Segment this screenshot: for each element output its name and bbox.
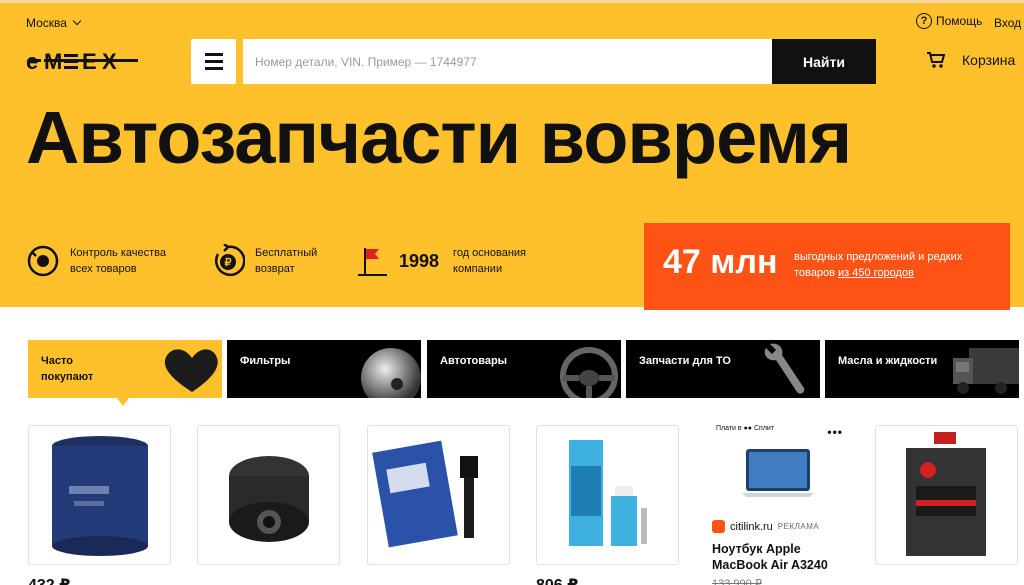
product-price: 432 ₽ — [28, 575, 70, 585]
flag-icon — [358, 248, 387, 276]
ad-brand[interactable]: citilink.ru РЕКЛАМА — [712, 520, 819, 533]
more-options-icon[interactable]: ••• — [827, 425, 843, 439]
svg-text:₽: ₽ — [225, 257, 232, 269]
hero-title: Автозапчасти вовремя — [26, 96, 852, 179]
truck-icon — [953, 348, 1019, 394]
hamburger-icon-line — [204, 67, 223, 70]
oil-filter-black-image[interactable] — [198, 426, 340, 565]
product-card[interactable] — [875, 425, 1018, 565]
category-label: Фильтры — [240, 355, 291, 367]
category-oils[interactable]: Масла и жидкости — [825, 340, 1019, 398]
wrench-icon — [764, 343, 805, 394]
login-link[interactable]: Вход — [994, 16, 1021, 30]
category-label: Автотовары — [440, 355, 508, 367]
feature-quality: Контроль качества всех товаров — [26, 244, 182, 278]
help-link[interactable]: ? Помощь — [916, 13, 982, 29]
search-button[interactable]: Найти — [772, 39, 876, 84]
city-label[interactable]: Москва — [26, 16, 67, 30]
feature-year: 1998 год основания компании — [357, 244, 543, 278]
category-maintenance[interactable]: Запчасти для ТО — [626, 340, 820, 398]
category-filters[interactable]: Фильтры — [227, 340, 421, 398]
product-card[interactable] — [197, 425, 340, 565]
steering-wheel-icon — [560, 347, 618, 398]
filter-icon — [361, 348, 421, 398]
ad-brand-name: citilink.ru — [730, 520, 773, 533]
ad-old-price: 133 990 ₽ — [712, 578, 762, 585]
ad-split-label: Плати в ●● Сплит — [716, 425, 775, 432]
chevron-down-icon[interactable] — [72, 16, 82, 26]
category-label: Масла и жидкости — [838, 355, 938, 367]
founded-year: 1998 — [399, 251, 440, 271]
product-price: 806 ₽ — [536, 575, 578, 585]
promo-count: 47 млн — [663, 243, 778, 281]
hero-banner: Москва ? Помощь Вход e M E X Найти Корзи… — [0, 0, 1024, 310]
category-autogoods[interactable]: Автотовары — [427, 340, 621, 398]
search-input[interactable] — [243, 39, 772, 84]
laptop-image[interactable] — [706, 439, 849, 519]
product-card[interactable] — [28, 425, 171, 565]
motor-oil-can-image[interactable] — [876, 426, 1018, 565]
feature-return-text: Бесплатный возврат — [255, 247, 318, 275]
ad-card[interactable]: Плати в ●● Сплит ••• citilink.ru РЕКЛАМА… — [706, 425, 849, 585]
quality-icon — [27, 245, 59, 277]
cart-link[interactable]: Корзина — [926, 51, 1015, 69]
svg-text:E: E — [82, 49, 97, 74]
ad-tag: РЕКЛАМА — [777, 522, 820, 531]
promo-text: выгодных предложений и редких товаров из… — [794, 249, 999, 281]
heart-icon — [164, 349, 218, 392]
hamburger-icon-line — [204, 53, 223, 56]
promo-block[interactable]: 47 млн выгодных предложений и редких тов… — [644, 223, 1010, 310]
product-card[interactable] — [536, 425, 679, 565]
oil-filter-blue-image[interactable] — [29, 426, 171, 565]
city-selector[interactable]: Москва — [26, 16, 82, 30]
question-icon[interactable]: ? — [916, 13, 932, 29]
feature-year-text: год основания компании — [453, 247, 526, 275]
category-label: Часто покупают — [41, 355, 94, 383]
sealant-tube-image[interactable] — [537, 426, 679, 565]
category-label: Запчасти для ТО — [639, 355, 731, 367]
return-ruble-icon: ₽ — [215, 244, 245, 277]
feature-return: ₽ Бесплатный возврат — [211, 244, 330, 278]
help-label[interactable]: Помощь — [936, 14, 982, 28]
feature-quality-text: Контроль качества всех товаров — [70, 247, 166, 275]
active-tab-pointer — [117, 398, 129, 406]
emex-logo[interactable]: e M E X — [26, 49, 141, 75]
category-frequent[interactable]: Часто покупают — [28, 340, 222, 398]
cart-label[interactable]: Корзина — [962, 52, 1015, 68]
cart-icon[interactable] — [926, 51, 946, 69]
product-card[interactable] — [367, 425, 510, 565]
cities-link[interactable]: из 450 городов — [838, 267, 914, 279]
ignition-coil-image[interactable] — [368, 426, 510, 565]
ad-title[interactable]: Ноутбук Apple MacBook Air A3240 — [712, 541, 852, 573]
citilink-icon — [712, 520, 725, 533]
catalog-menu-button[interactable] — [191, 39, 236, 84]
hamburger-icon-line — [204, 60, 223, 63]
